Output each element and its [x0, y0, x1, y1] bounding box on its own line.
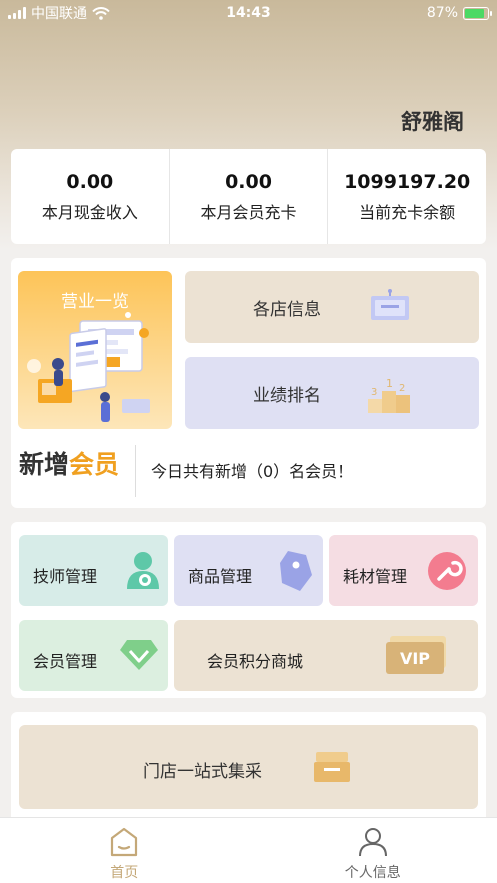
svg-text:3: 3	[371, 387, 377, 398]
shop-name: 舒雅阁	[401, 110, 464, 134]
price-tag-icon	[280, 551, 312, 591]
consumables-management-tile[interactable]: 耗材管理	[329, 535, 478, 606]
ranking-label: 业绩排名	[253, 385, 321, 406]
store-info-label: 各店信息	[253, 299, 321, 320]
carrier-name: 中国联通	[31, 6, 87, 22]
stat-value: 1099197.20	[344, 170, 471, 193]
battery-percent: 87%	[426, 5, 458, 21]
member-label: 会员管理	[33, 652, 98, 671]
person-icon	[358, 828, 387, 857]
procurement-label: 门店一站式集采	[143, 762, 262, 782]
stats-card: 0.00 本月现金收入 0.00 本月会员充卡 1099197.20 当前充卡余…	[11, 149, 486, 244]
status-bar: 中国联通 14:43 87%	[0, 0, 497, 26]
tab-label: 个人信息	[344, 865, 401, 881]
points-mall-label: 会员积分商城	[207, 652, 304, 671]
diamond-icon	[120, 640, 158, 670]
wifi-icon	[92, 6, 110, 20]
shopping-box-icon	[314, 752, 350, 782]
business-overview-tile[interactable]: 营业一览	[18, 271, 172, 429]
home-icon	[111, 827, 138, 857]
technician-management-tile[interactable]: 技师管理	[19, 535, 168, 606]
goods-label: 商品管理	[188, 567, 253, 586]
new-member-logo-part: 新增	[19, 450, 70, 479]
new-member-notice: 今日共有新增（0）名会员！	[151, 462, 354, 481]
svg-text:1: 1	[386, 377, 393, 390]
new-member-logo-part: 会员	[69, 450, 120, 479]
signal-icon	[8, 7, 26, 19]
procurement-card: 门店一站式集采	[11, 712, 486, 817]
stat-value: 0.00	[66, 170, 114, 193]
stat-cash-income[interactable]: 0.00 本月现金收入	[11, 149, 170, 244]
new-member-logo: 新增会员	[19, 445, 119, 481]
vip-badge: VIP	[386, 642, 444, 674]
podium-icon: 1 3 2	[368, 377, 410, 413]
store-info-tile[interactable]: 各店信息	[185, 271, 479, 343]
stat-card-balance[interactable]: 1099197.20 当前充卡余额	[328, 149, 486, 244]
tab-profile[interactable]: 个人信息	[249, 818, 497, 883]
performance-ranking-tile[interactable]: 业绩排名 1 3 2	[185, 357, 479, 429]
tab-bar: 首页 个人信息	[0, 817, 497, 883]
stat-value: 0.00	[225, 170, 272, 193]
stat-label: 本月会员充卡	[200, 202, 297, 222]
divider	[135, 445, 136, 497]
points-mall-tile[interactable]: 会员积分商城 VIP	[174, 620, 478, 691]
overview-card: 营业一览 各店信息 业绩排名 1 3 2 新增会员 今日共有新增（0）名会员！	[11, 258, 486, 508]
business-illustration-icon	[27, 312, 150, 422]
wrench-icon	[428, 552, 466, 590]
tab-label: 首页	[110, 865, 139, 881]
procurement-tile[interactable]: 门店一站式集采	[19, 725, 478, 809]
svg-text:2: 2	[399, 383, 405, 394]
consumables-label: 耗材管理	[343, 567, 408, 586]
technician-label: 技师管理	[33, 567, 98, 586]
goods-management-tile[interactable]: 商品管理	[174, 535, 323, 606]
stat-label: 当前充卡余额	[359, 202, 456, 222]
management-card: 技师管理 商品管理 耗材管理 会员管理 会员积分商城 VIP	[11, 522, 486, 698]
tab-home[interactable]: 首页	[0, 818, 249, 883]
stat-member-recharge[interactable]: 0.00 本月会员充卡	[170, 149, 329, 244]
billboard-icon	[371, 289, 409, 320]
member-management-tile[interactable]: 会员管理	[19, 620, 168, 691]
stat-label: 本月现金收入	[41, 202, 138, 222]
battery-icon	[463, 6, 492, 20]
vip-card-icon: VIP	[386, 636, 446, 674]
technician-icon	[127, 552, 159, 589]
